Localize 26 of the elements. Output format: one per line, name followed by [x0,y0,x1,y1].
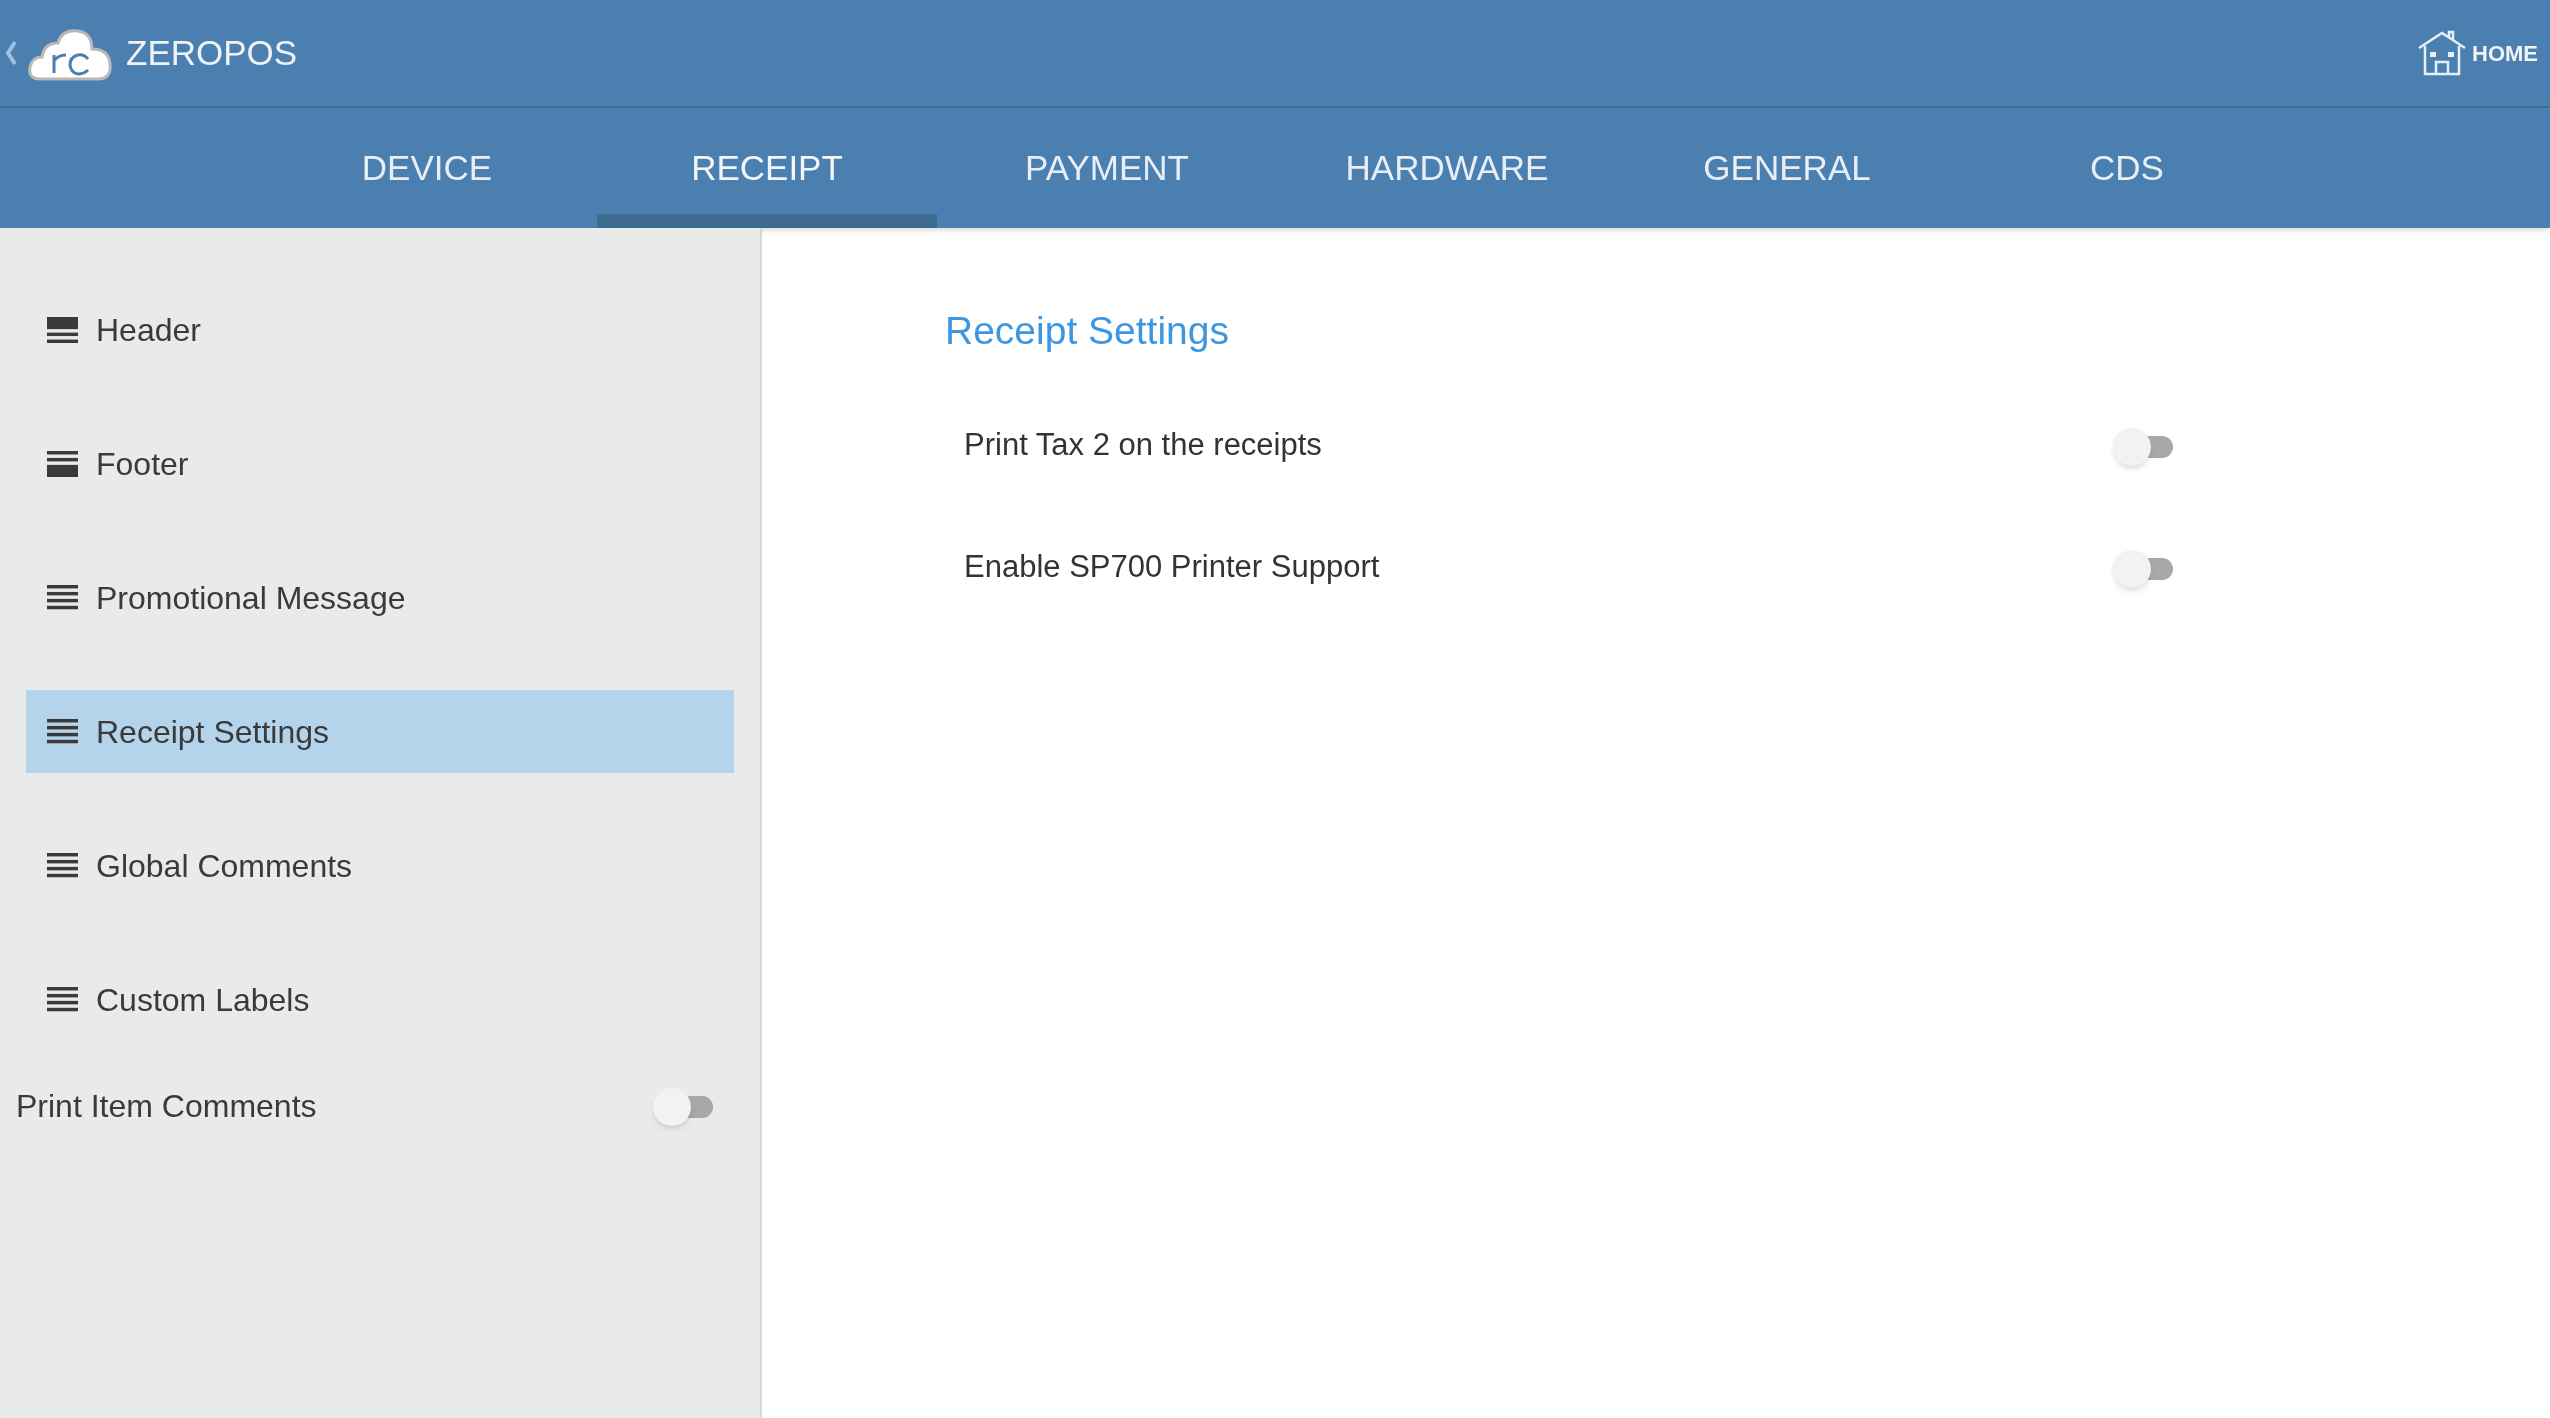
back-chevron-icon[interactable] [4,39,18,67]
footer-layout-icon [47,450,78,477]
tab[interactable]: PAYMENT [937,108,1277,228]
list-icon [47,852,78,879]
sidebar-item[interactable]: Footer [26,422,734,505]
app-title: ZEROPOS [126,31,298,74]
house-icon [2416,30,2468,76]
sidebar-item[interactable]: Global Comments [26,824,734,907]
setting-label: Print Tax 2 on the receipts [964,426,1322,465]
sidebar-item[interactable]: Promotional Message [26,556,734,639]
section-title: Receipt Settings [945,308,1230,354]
tab[interactable]: CDS [1957,108,2297,228]
toggle-switch[interactable] [653,1086,715,1126]
tab[interactable]: HARDWARE [1277,108,1617,228]
tab[interactable]: GENERAL [1617,108,1957,228]
header-layout-icon [47,316,78,343]
tab[interactable]: DEVICE [257,108,597,228]
setting-label: Enable SP700 Printer Support [964,548,1380,587]
list-icon [47,718,78,745]
sidebar-item[interactable]: Header [26,288,734,371]
sidebar-item[interactable]: Custom Labels [26,958,734,1041]
list-icon [47,584,78,611]
sidebar-item[interactable]: Receipt Settings [26,690,734,773]
toggle-label: Print Item Comments [16,1087,317,1126]
home-button[interactable]: HOME [2416,30,2538,76]
list-icon [47,986,78,1013]
